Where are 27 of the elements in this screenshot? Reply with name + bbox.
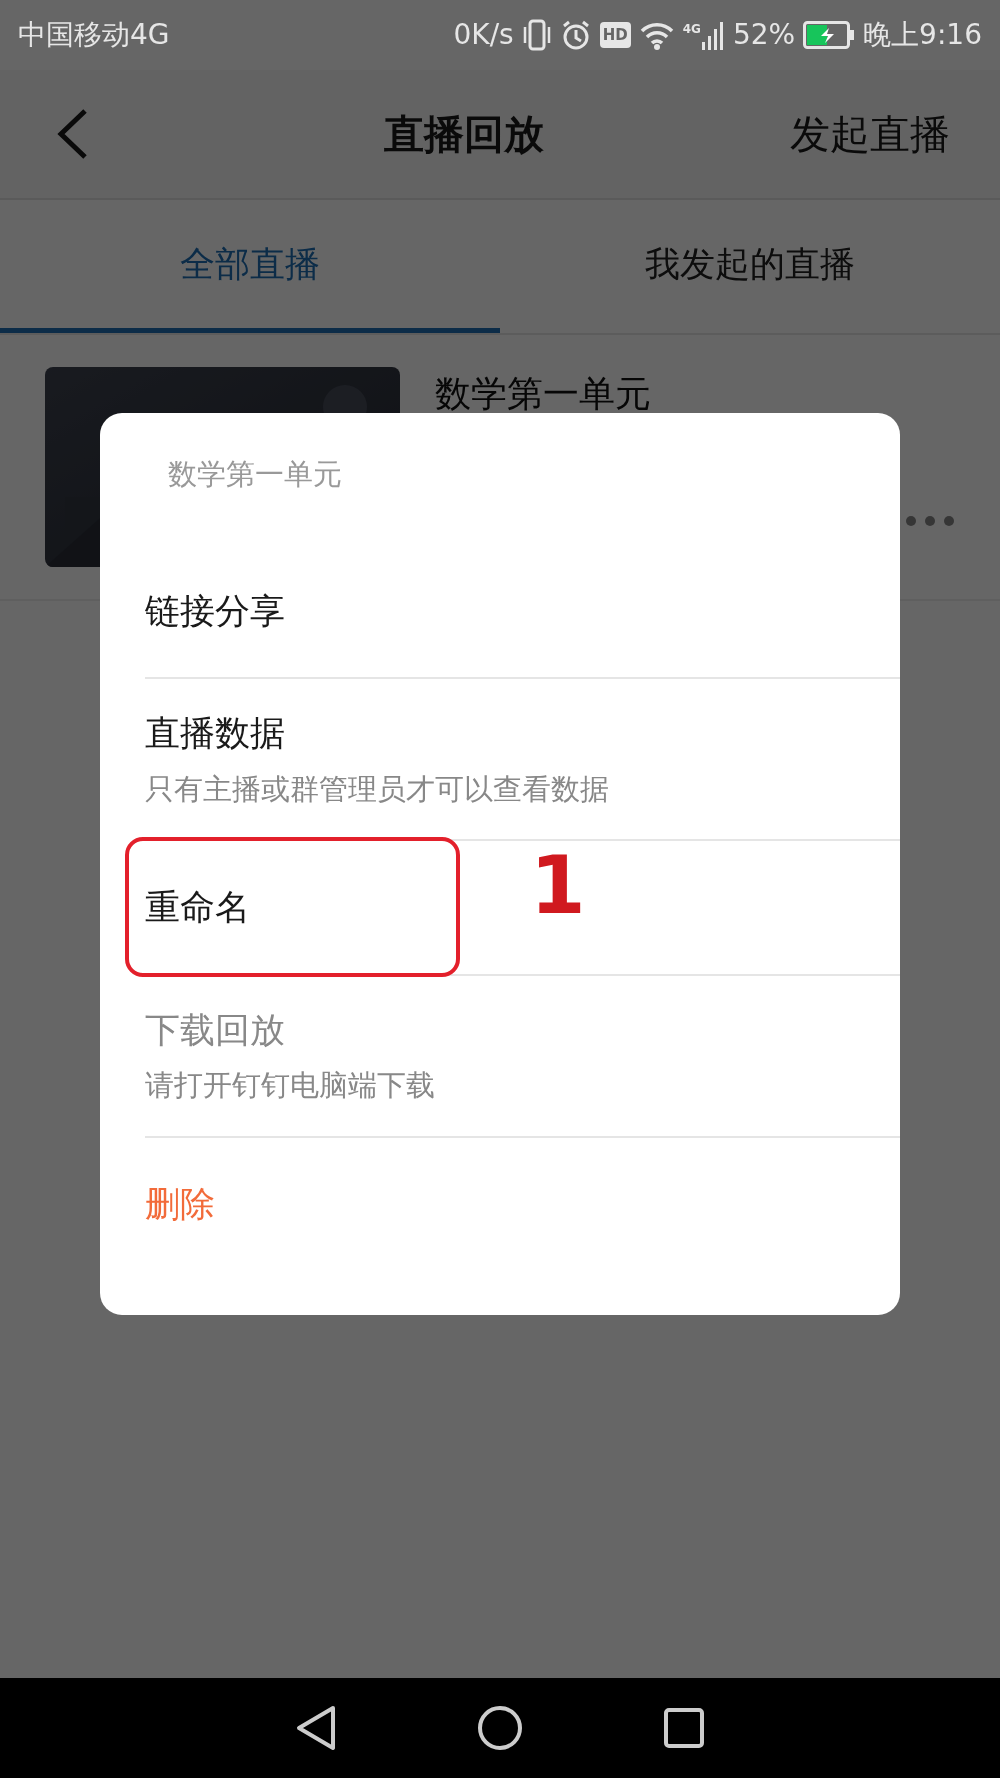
- carrier-text: 中国移动4G: [18, 17, 170, 53]
- network-type-text: 4G: [682, 21, 701, 38]
- menu-item[interactable]: 重命名: [145, 881, 250, 934]
- menu-item[interactable]: 直播数据: [145, 707, 285, 760]
- hd-badge: HD: [599, 21, 631, 49]
- recents-icon[interactable]: [663, 1707, 705, 1749]
- menu-item[interactable]: 链接分享: [145, 584, 285, 637]
- menu-item-hint: 只有主播或群管理员才可以查看数据: [145, 770, 610, 808]
- annotation-number: 1: [530, 846, 586, 926]
- home-icon[interactable]: [477, 1705, 523, 1751]
- start-live-button[interactable]: 发起直播: [790, 104, 950, 164]
- wifi-icon: [638, 20, 675, 50]
- dialog-title: 数学第一单元: [167, 456, 343, 493]
- signal-icon: [700, 20, 725, 50]
- clock-text: 晚上9:16: [863, 17, 982, 53]
- menu-item: 下载回放: [145, 1008, 285, 1052]
- battery-icon: [803, 21, 856, 49]
- tab[interactable]: 全部直播: [0, 200, 500, 333]
- back-icon[interactable]: [295, 1705, 337, 1751]
- network-speed: 0K/s: [453, 17, 514, 53]
- battery-percent: 52%: [732, 17, 796, 53]
- menu-item-hint: 请打开钉钉电脑端下载: [145, 1067, 436, 1104]
- vibrate-icon: [521, 18, 552, 52]
- menu-item[interactable]: 删除: [145, 1177, 215, 1230]
- tab[interactable]: 我发起的直播: [500, 200, 1000, 333]
- item-title: 数学第一单元: [435, 372, 652, 416]
- page-title: 直播回放: [383, 110, 544, 159]
